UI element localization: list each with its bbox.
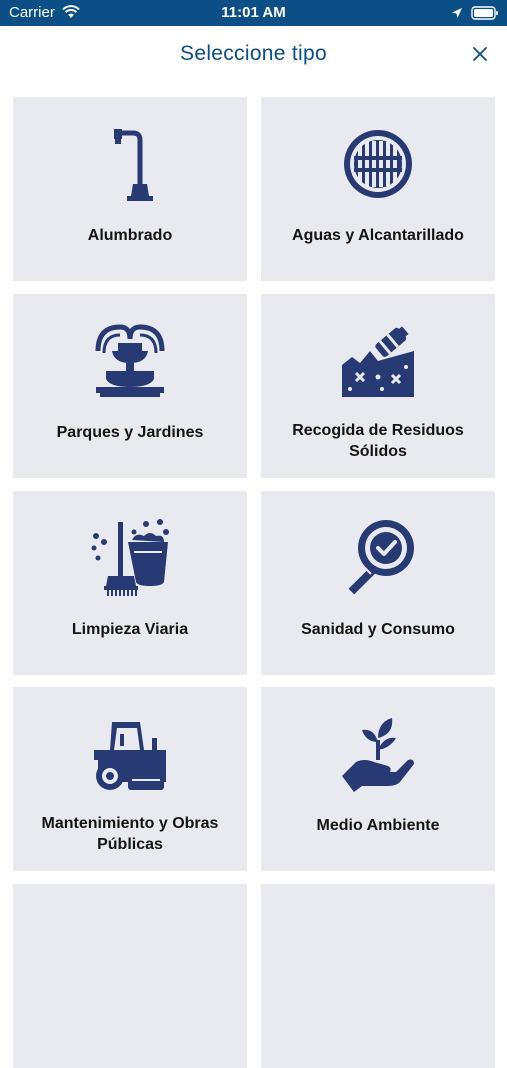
category-tile-alumbrado[interactable]: Alumbrado [13,97,247,281]
modal-header: Seleccione tipo [0,26,507,86]
broom-bucket-icon [13,517,247,599]
status-bar: Carrier 11:01 AM [0,0,507,26]
location-arrow-icon [451,6,463,23]
category-label: Medio Ambiente [316,817,440,834]
category-tile-aguas[interactable]: Aguas y Alcantarillado [261,97,495,281]
category-tile-medio-ambiente[interactable]: Medio Ambiente [261,687,495,871]
category-label: Aguas y Alcantarillado [292,227,464,244]
close-button[interactable] [467,41,493,67]
category-tile-partial[interactable] [261,884,495,1068]
battery-icon [471,6,499,24]
street-lamp-icon [13,123,247,205]
category-tile-parques[interactable]: Parques y Jardines [13,294,247,478]
fountain-icon [13,320,247,402]
category-tile-sanidad[interactable]: Sanidad y Consumo [261,491,495,675]
category-label: Parques y Jardines [56,424,204,441]
category-tile-residuos[interactable]: Recogida de Residuos Sólidos [261,294,495,478]
drain-grate-icon [261,123,495,205]
close-icon [473,47,487,61]
category-tile-partial[interactable] [13,884,247,1068]
category-label: Mantenimiento y Obras Públicas [41,815,219,853]
road-roller-icon [13,713,247,795]
category-label: Limpieza Viaria [71,621,189,638]
category-label: Sanidad y Consumo [301,621,455,638]
hand-plant-icon [261,713,495,795]
category-tile-mantenimiento[interactable]: Mantenimiento y Obras Públicas [13,687,247,871]
category-label: Recogida de Residuos Sólidos [292,422,464,460]
page-title: Seleccione tipo [180,42,327,65]
category-label: Alumbrado [87,227,173,244]
clock: 11:01 AM [221,4,286,21]
category-tile-limpieza[interactable]: Limpieza Viaria [13,491,247,675]
waste-bag-icon [261,320,495,402]
magnifier-check-icon [261,517,495,599]
